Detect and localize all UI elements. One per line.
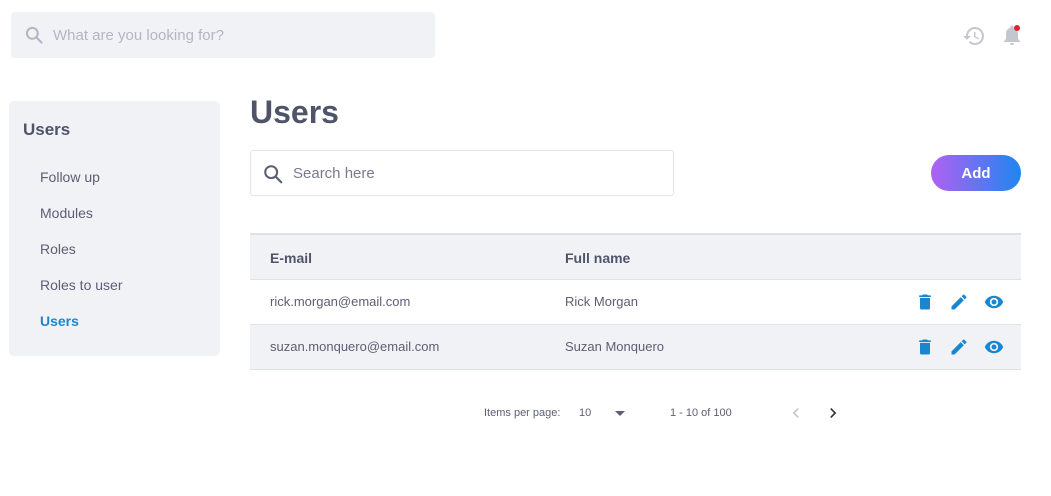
view-icon[interactable] xyxy=(983,337,1004,357)
row-email: suzan.monquero@email.com xyxy=(270,339,440,354)
notification-dot xyxy=(1014,25,1020,31)
view-icon[interactable] xyxy=(983,292,1004,312)
sidebar-item-roles-to-user[interactable]: Roles to user xyxy=(40,276,122,312)
search-icon xyxy=(264,165,283,184)
paginator: Items per page: 10 1 - 10 of 100 xyxy=(484,400,864,426)
row-actions xyxy=(915,292,1004,312)
row-full-name: Rick Morgan xyxy=(565,294,638,309)
users-table: E-mail Full name rick.morgan@email.com R… xyxy=(250,233,1021,370)
column-header-full-name[interactable]: Full name xyxy=(565,250,630,266)
dropdown-arrow-icon xyxy=(615,411,625,416)
global-search-input[interactable] xyxy=(53,12,423,58)
table-row: suzan.monquero@email.com Suzan Monquero xyxy=(250,325,1021,370)
add-user-button[interactable]: Add xyxy=(931,155,1021,191)
search-icon xyxy=(25,26,43,44)
items-per-page-value: 10 xyxy=(579,407,592,419)
delete-icon[interactable] xyxy=(915,337,935,357)
sidebar-item-follow-up[interactable]: Follow up xyxy=(40,168,122,204)
row-actions xyxy=(915,337,1004,357)
user-search-box[interactable] xyxy=(250,150,674,196)
page-title: Users xyxy=(250,94,339,130)
previous-page-icon[interactable] xyxy=(786,403,806,423)
edit-icon[interactable] xyxy=(949,337,969,357)
table-header: E-mail Full name xyxy=(250,233,1021,280)
sidebar-item-users[interactable]: Users xyxy=(40,312,122,348)
top-bar xyxy=(0,0,1051,70)
history-icon[interactable] xyxy=(962,24,986,48)
sidebar-title: Users xyxy=(23,120,71,139)
row-email: rick.morgan@email.com xyxy=(270,294,411,309)
items-per-page-label: Items per page: xyxy=(484,407,561,419)
page-range-label: 1 - 10 of 100 xyxy=(670,407,732,419)
items-per-page-select[interactable]: 10 xyxy=(579,404,631,422)
column-header-email[interactable]: E-mail xyxy=(270,250,312,266)
sidebar-menu: Follow up Modules Roles Roles to user Us… xyxy=(40,168,122,348)
sidebar: Users Follow up Modules Roles Roles to u… xyxy=(9,101,220,356)
global-search-box[interactable] xyxy=(11,12,435,58)
delete-icon[interactable] xyxy=(915,292,935,312)
notifications-bell-icon[interactable] xyxy=(1000,23,1024,47)
sidebar-item-roles[interactable]: Roles xyxy=(40,240,122,276)
user-search-input[interactable] xyxy=(293,151,663,195)
row-full-name: Suzan Monquero xyxy=(565,339,665,354)
table-row: rick.morgan@email.com Rick Morgan xyxy=(250,280,1021,325)
sidebar-item-modules[interactable]: Modules xyxy=(40,204,122,240)
edit-icon[interactable] xyxy=(949,292,969,312)
next-page-icon[interactable] xyxy=(823,403,843,423)
